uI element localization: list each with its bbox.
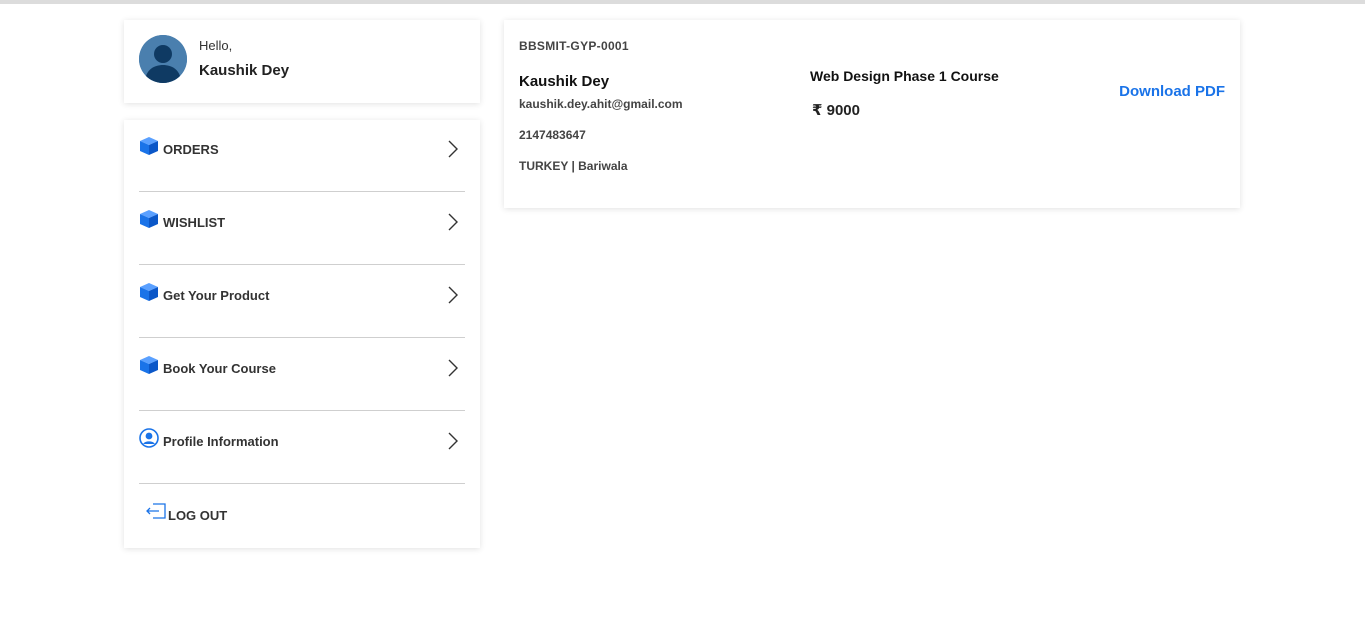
menu-item-book-your-course[interactable]: Book Your Course xyxy=(139,339,465,411)
menu-item-label: Book Your Course xyxy=(163,361,276,376)
customer-phone: 2147483647 xyxy=(519,128,586,142)
menu-item-wishlist[interactable]: WISHLIST xyxy=(139,193,465,265)
box-icon xyxy=(140,283,158,301)
account-menu: ORDERS WISHLIST Get Your Product Book Yo… xyxy=(124,120,480,548)
menu-item-label: Get Your Product xyxy=(163,288,270,303)
user-circle-icon xyxy=(139,428,159,448)
chevron-right-icon xyxy=(448,213,458,231)
customer-email: kaushik.dey.ahit@gmail.com xyxy=(519,97,683,111)
avatar xyxy=(139,35,187,83)
customer-location: TURKEY | Bariwala xyxy=(519,159,628,173)
box-icon xyxy=(140,210,158,228)
logout-icon xyxy=(146,503,166,519)
box-icon xyxy=(140,137,158,155)
menu-item-label: ORDERS xyxy=(163,142,219,157)
user-avatar-icon xyxy=(139,35,187,83)
download-pdf-button[interactable]: Download PDF xyxy=(1119,83,1225,100)
menu-item-profile-information[interactable]: Profile Information xyxy=(139,412,465,484)
chevron-right-icon xyxy=(448,359,458,377)
order-card: BBSMIT-GYP-0001 Kaushik Dey kaushik.dey.… xyxy=(504,20,1240,208)
menu-item-label: Profile Information xyxy=(163,434,279,449)
course-name: Web Design Phase 1 Course xyxy=(810,68,999,84)
menu-item-get-your-product[interactable]: Get Your Product xyxy=(139,266,465,338)
menu-item-label: WISHLIST xyxy=(163,215,226,230)
profile-card: Hello, Kaushik Dey xyxy=(124,20,480,103)
greeting-text: Hello, xyxy=(199,38,233,53)
logout-label: LOG OUT xyxy=(168,508,228,523)
logout-button[interactable]: LOG OUT xyxy=(145,502,265,524)
order-id: BBSMIT-GYP-0001 xyxy=(519,39,629,53)
customer-name: Kaushik Dey xyxy=(519,73,610,90)
chevron-right-icon xyxy=(448,140,458,158)
chevron-right-icon xyxy=(448,286,458,304)
course-price: ₹ 9000 xyxy=(812,102,860,119)
top-border xyxy=(0,0,1365,4)
menu-item-orders[interactable]: ORDERS xyxy=(139,120,465,192)
chevron-right-icon xyxy=(448,432,458,450)
box-icon xyxy=(140,356,158,374)
user-name: Kaushik Dey xyxy=(199,62,290,79)
